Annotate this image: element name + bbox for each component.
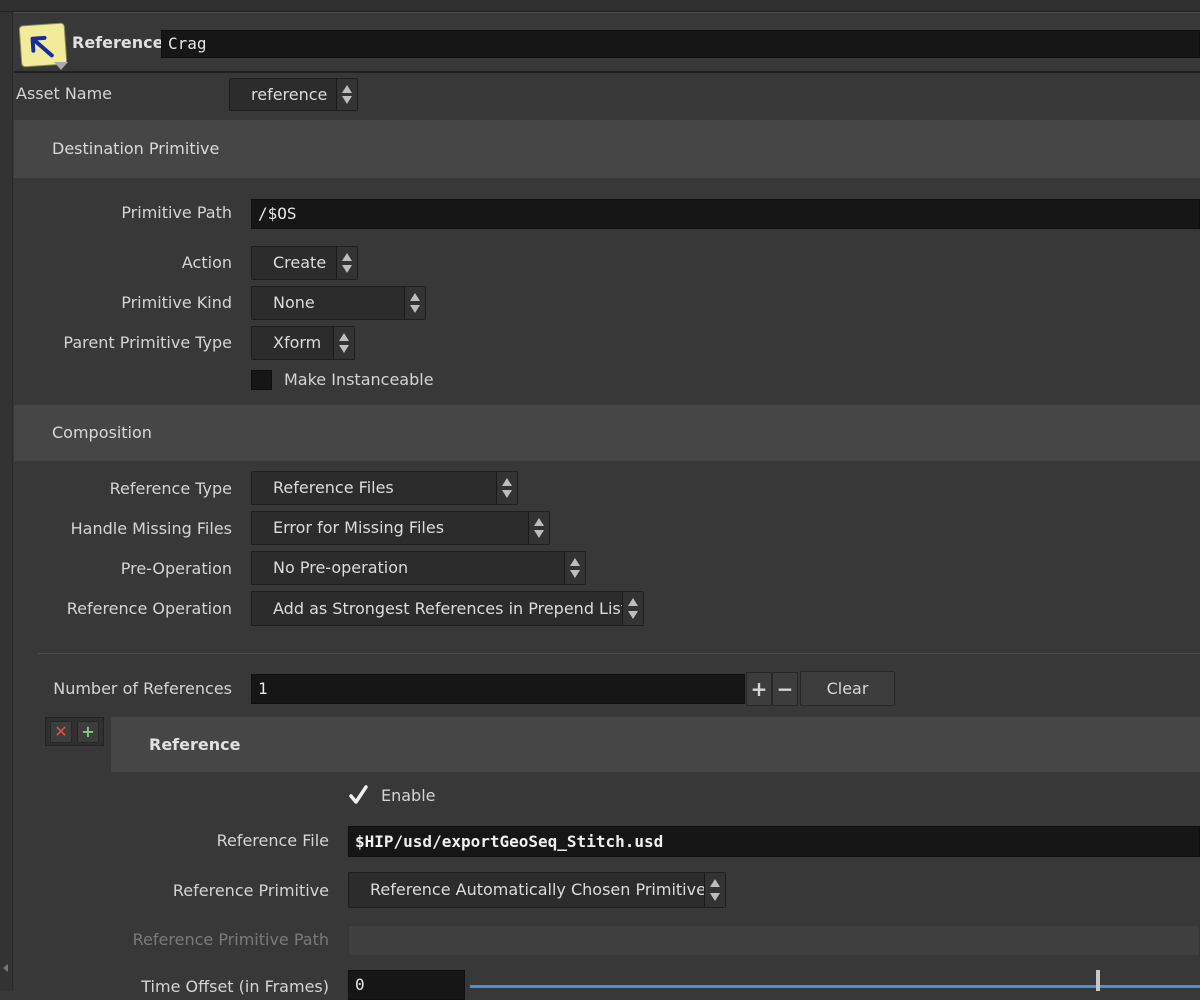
primitive-kind-value: None (273, 293, 315, 312)
reference-primitive-path-label: Reference Primitive Path (132, 930, 329, 949)
chevron-updown-icon (333, 327, 354, 359)
primitive-kind-label: Primitive Kind (121, 293, 232, 312)
chevron-updown-icon (496, 472, 517, 504)
asset-name-value: reference (251, 85, 328, 104)
node-header: Reference Crag (14, 20, 1200, 70)
handle-missing-files-label: Handle Missing Files (70, 519, 232, 538)
action-value: Create (273, 253, 327, 272)
chevron-updown-icon (404, 287, 425, 319)
chevron-updown-icon (704, 873, 725, 907)
reference-node-icon[interactable] (18, 22, 68, 68)
node-name-field[interactable]: Crag (161, 30, 1200, 58)
parent-primitive-type-value: Xform (273, 333, 322, 352)
chevron-updown-icon (622, 592, 643, 625)
make-instanceable-checkbox[interactable] (251, 370, 272, 390)
primitive-kind-menu[interactable]: None (251, 286, 426, 320)
handle-missing-files-value: Error for Missing Files (273, 518, 445, 537)
node-icon-menu-arrow[interactable] (54, 62, 68, 70)
reference-instance-title: Reference (149, 735, 241, 754)
time-offset-label: Time Offset (in Frames) (141, 977, 329, 996)
reference-instance-section[interactable]: Reference (111, 717, 1200, 772)
chevron-updown-icon (564, 552, 585, 584)
insert-instance-icon[interactable]: + (77, 721, 99, 743)
destination-primitive-title: Destination Primitive (52, 139, 220, 158)
primitive-path-field[interactable]: /$OS (251, 199, 1200, 229)
add-reference-button[interactable]: + (746, 672, 772, 706)
reference-primitive-menu[interactable]: Reference Automatically Chosen Primitive (348, 872, 726, 908)
header-divider (14, 71, 1200, 73)
top-toolbar-strip (0, 0, 1200, 12)
handle-missing-files-menu[interactable]: Error for Missing Files (251, 511, 550, 545)
reference-file-field[interactable]: $HIP/usd/exportGeoSeq_Stitch.usd (348, 826, 1200, 857)
left-gutter (0, 12, 13, 991)
time-offset-slider-track[interactable] (470, 985, 1200, 988)
time-offset-slider-handle[interactable] (1096, 970, 1100, 991)
enable-checkbox[interactable] (348, 785, 369, 806)
pre-operation-menu[interactable]: No Pre-operation (251, 551, 586, 585)
pre-operation-value: No Pre-operation (273, 558, 409, 577)
reference-type-value: Reference Files (273, 478, 394, 497)
time-offset-field[interactable]: 0 (348, 970, 465, 1000)
composition-section[interactable]: Composition (14, 405, 1200, 461)
reference-operation-value: Add as Strongest References in Prepend L… (273, 599, 628, 618)
toolbar-divider (14, 12, 1200, 13)
pre-operation-label: Pre-Operation (120, 559, 232, 578)
scroll-left-arrow[interactable] (3, 964, 8, 972)
asset-name-label: Asset Name (16, 84, 113, 103)
clear-references-button[interactable]: Clear (800, 671, 895, 706)
reference-primitive-value: Reference Automatically Chosen Primitive (370, 880, 706, 899)
enable-label: Enable (381, 786, 436, 805)
reference-primitive-path-field[interactable] (348, 925, 1200, 956)
number-of-references-field[interactable]: 1 (251, 674, 745, 704)
multiparm-divider (38, 653, 1200, 654)
reference-type-label: Reference Type (109, 479, 232, 498)
reference-type-menu[interactable]: Reference Files (251, 471, 518, 505)
instance-controls: ✕ + (45, 717, 104, 746)
make-instanceable-label: Make Instanceable (284, 370, 434, 389)
parent-primitive-type-menu[interactable]: Xform (251, 326, 355, 360)
remove-reference-button[interactable]: − (772, 672, 798, 706)
chevron-updown-icon (336, 247, 357, 279)
reference-file-label: Reference File (216, 831, 329, 850)
remove-instance-icon[interactable]: ✕ (50, 721, 72, 743)
parent-primitive-type-label: Parent Primitive Type (63, 333, 232, 352)
reference-primitive-label: Reference Primitive (172, 881, 329, 900)
reference-operation-menu[interactable]: Add as Strongest References in Prepend L… (251, 591, 644, 626)
action-menu[interactable]: Create (251, 246, 358, 280)
chevron-updown-icon (528, 512, 549, 544)
action-label: Action (181, 253, 232, 272)
reference-operation-label: Reference Operation (66, 599, 232, 618)
destination-primitive-section[interactable]: Destination Primitive (14, 120, 1200, 178)
composition-title: Composition (52, 423, 152, 442)
number-of-references-label: Number of References (53, 679, 232, 698)
asset-name-menu[interactable]: reference (229, 78, 358, 111)
primitive-path-label: Primitive Path (121, 203, 232, 222)
node-type-label: Reference (72, 33, 164, 52)
chevron-updown-icon (336, 79, 357, 110)
